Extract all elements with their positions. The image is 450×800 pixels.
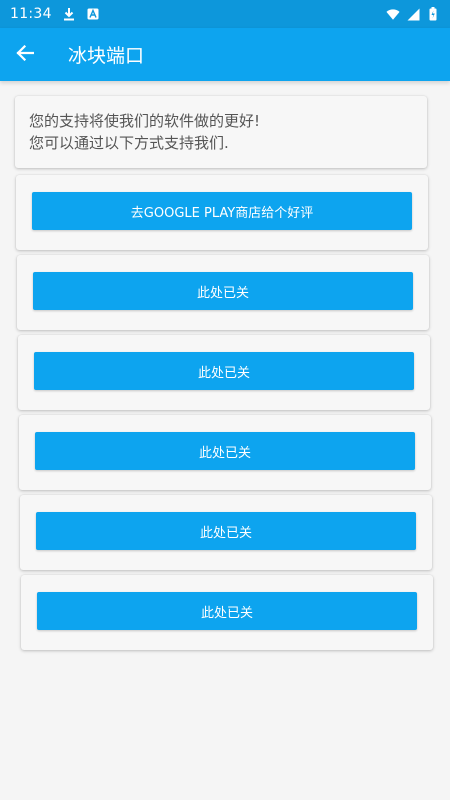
- button-card-6: 此处已关: [21, 575, 433, 650]
- status-bar: 11:34: [0, 0, 450, 28]
- button-card-2: 此处已关: [17, 255, 429, 330]
- button-card-1: 去GOOGLE PLAY商店给个好评: [16, 175, 428, 250]
- disabled-option-button-1[interactable]: 此处已关: [33, 272, 413, 310]
- battery-icon: [426, 7, 440, 21]
- status-left: 11:34: [10, 6, 100, 22]
- notification-a-icon: [86, 7, 100, 21]
- disabled-option-button-3[interactable]: 此处已关: [35, 432, 415, 470]
- page-title: 冰块端口: [68, 45, 145, 67]
- status-right: [386, 7, 440, 21]
- wifi-icon: [386, 7, 400, 21]
- disabled-option-button-5[interactable]: 此处已关: [37, 592, 417, 630]
- intro-line-2: 您可以通过以下方式支持我们.: [29, 134, 229, 152]
- button-card-3: 此处已关: [18, 335, 430, 410]
- download-icon: [62, 7, 76, 21]
- intro-card: 您的支持将使我们的软件做的更好! 您可以通过以下方式支持我们.: [15, 96, 427, 168]
- google-play-review-button[interactable]: 去GOOGLE PLAY商店给个好评: [32, 192, 412, 230]
- app-bar: 冰块端口: [0, 28, 450, 81]
- disabled-option-button-2[interactable]: 此处已关: [34, 352, 414, 390]
- intro-line-1: 您的支持将使我们的软件做的更好!: [29, 112, 261, 130]
- button-card-5: 此处已关: [20, 495, 432, 570]
- back-button[interactable]: [0, 28, 50, 81]
- cell-signal-icon: [406, 7, 420, 21]
- button-card-4: 此处已关: [19, 415, 431, 490]
- arrow-back-icon: [16, 44, 35, 65]
- status-time: 11:34: [10, 6, 52, 22]
- disabled-option-button-4[interactable]: 此处已关: [36, 512, 416, 550]
